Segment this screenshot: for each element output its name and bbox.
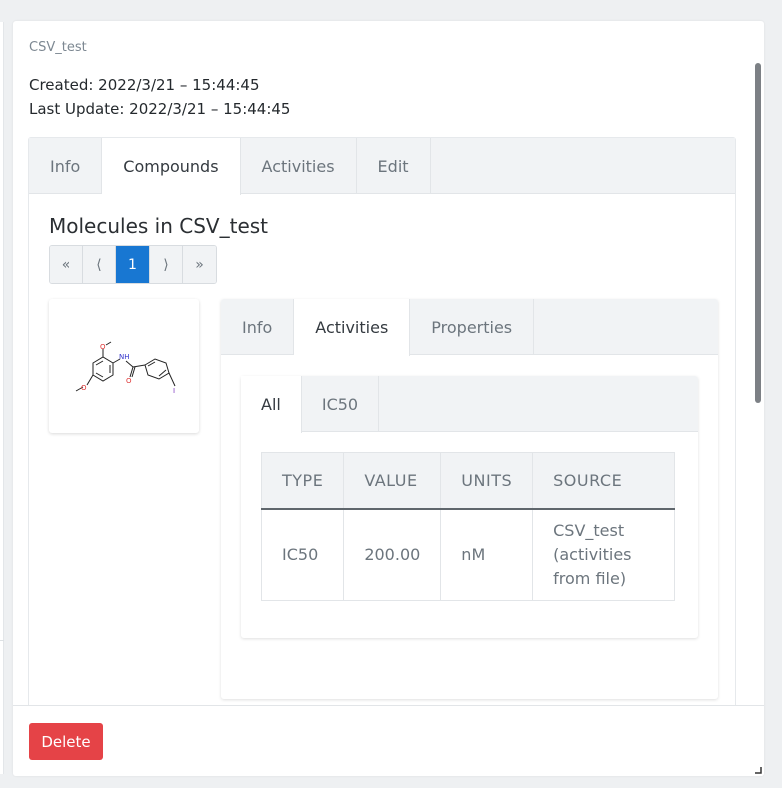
- dialog-scroll-content[interactable]: Info Compounds Activities Edit Molecules…: [28, 137, 738, 705]
- scrollbar-thumb[interactable]: [755, 63, 761, 403]
- dialog-footer: Delete: [13, 705, 764, 776]
- created-timestamp: Created: 2022/3/21 – 15:44:45: [29, 76, 260, 94]
- molecule-detail-card: Info Activities Properties All IC50 TYPE…: [221, 299, 718, 699]
- activity-type-tabbar: All IC50: [241, 376, 698, 433]
- molecules-heading: Molecules in CSV_test: [49, 214, 269, 238]
- resize-handle-icon[interactable]: [754, 766, 762, 774]
- column-type[interactable]: TYPE: [261, 452, 345, 510]
- table-row: IC50 200.00 nM CSV_test (activities from…: [261, 508, 675, 601]
- svg-text:O: O: [126, 377, 132, 385]
- svg-text:NH: NH: [119, 353, 130, 361]
- column-value[interactable]: VALUE: [343, 452, 442, 510]
- page-1-button[interactable]: 1: [116, 246, 150, 283]
- delete-button[interactable]: Delete: [29, 723, 103, 760]
- tab-compounds[interactable]: Compounds: [102, 138, 241, 195]
- column-units[interactable]: UNITS: [440, 452, 534, 510]
- molecule-structure-image: O O O NH I: [75, 341, 176, 395]
- dialog-title: CSV_test: [29, 40, 87, 55]
- pagination: « ⟨ 1 ⟩ »: [49, 245, 217, 284]
- table-header-row: TYPE VALUE UNITS SOURCE: [261, 452, 675, 510]
- molecule-tab-properties[interactable]: Properties: [410, 299, 535, 355]
- page-last-button[interactable]: »: [183, 246, 216, 283]
- activities-card: All IC50 TYPE VALUE UNITS SOURCE IC50 20…: [241, 376, 698, 638]
- collection-card: Info Compounds Activities Edit Molecules…: [28, 137, 736, 705]
- page-next-button[interactable]: ⟩: [150, 246, 183, 283]
- collection-dialog: CSV_test Created: 2022/3/21 – 15:44:45 L…: [13, 21, 764, 776]
- svg-text:I: I: [173, 387, 175, 395]
- cell-type: IC50: [261, 508, 345, 601]
- cell-value: 200.00: [343, 508, 442, 601]
- tab-edit[interactable]: Edit: [357, 138, 431, 194]
- updated-timestamp: Last Update: 2022/3/21 – 15:44:45: [29, 100, 291, 118]
- molecule-structure-card: O O O NH I: [49, 299, 199, 433]
- svg-text:O: O: [100, 343, 106, 351]
- background-divider: [0, 640, 4, 641]
- tab-info[interactable]: Info: [29, 138, 103, 194]
- main-tabbar: Info Compounds Activities Edit: [29, 138, 735, 195]
- activity-tab-all[interactable]: All: [241, 376, 302, 433]
- tab-activities[interactable]: Activities: [241, 138, 357, 194]
- dialog-scrollbar[interactable]: [755, 63, 761, 707]
- page-prev-button[interactable]: ⟨: [83, 246, 116, 283]
- molecule-tab-info[interactable]: Info: [221, 299, 295, 355]
- activities-table: TYPE VALUE UNITS SOURCE IC50 200.00 nM C…: [261, 452, 675, 601]
- activity-tab-ic50[interactable]: IC50: [302, 376, 380, 432]
- background-panel-edge: [0, 22, 4, 774]
- svg-text:O: O: [81, 384, 87, 392]
- cell-source: CSV_test (activities from file): [553, 520, 632, 588]
- page-first-button[interactable]: «: [50, 246, 83, 283]
- cell-units: nM: [440, 508, 534, 601]
- column-source[interactable]: SOURCE: [532, 452, 675, 510]
- molecule-tab-activities[interactable]: Activities: [294, 299, 411, 356]
- molecule-tabbar: Info Activities Properties: [221, 299, 718, 356]
